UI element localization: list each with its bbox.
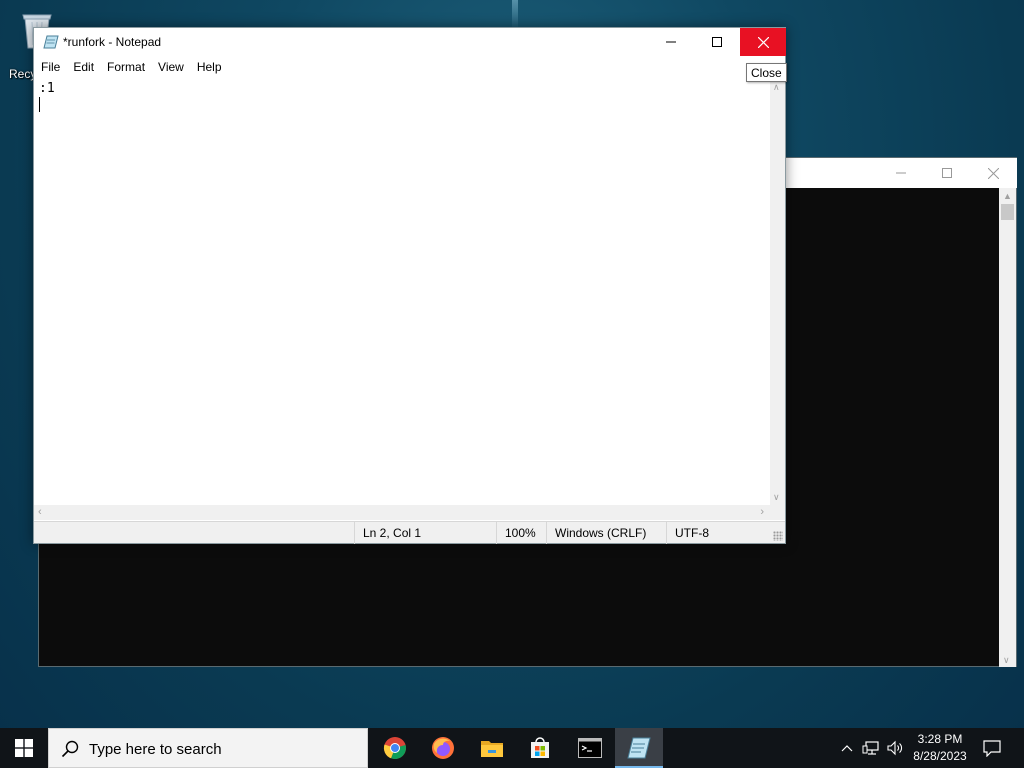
wallpaper-light-streak xyxy=(512,0,518,30)
terminal-titlebar[interactable] xyxy=(786,158,1017,188)
notepad-titlebar[interactable]: *runfork - Notepad xyxy=(34,28,786,56)
status-line-endings: Windows (CRLF) xyxy=(546,522,666,544)
terminal-icon xyxy=(578,738,602,758)
search-icon xyxy=(61,740,79,758)
editor-line-1: :1 xyxy=(39,81,55,96)
vertical-scrollbar[interactable]: ∧ ∨ xyxy=(770,79,785,505)
network-button[interactable] xyxy=(860,728,882,768)
clock-date: 8/28/2023 xyxy=(913,749,967,763)
firefox-icon xyxy=(432,737,454,759)
notepad-app-icon xyxy=(43,35,59,49)
status-cursor-position: Ln 2, Col 1 xyxy=(354,522,496,544)
windows-logo-icon xyxy=(15,739,33,757)
notepad-window[interactable]: *runfork - Notepad File Edit Format View… xyxy=(33,27,786,544)
taskbar-app-firefox[interactable] xyxy=(419,728,467,768)
taskbar-search-box[interactable]: Type here to search xyxy=(48,728,368,768)
scroll-down-arrow-icon[interactable]: ∨ xyxy=(1003,655,1010,665)
minimize-icon xyxy=(666,41,676,43)
menu-view[interactable]: View xyxy=(151,58,190,78)
close-button[interactable] xyxy=(740,28,786,56)
taskbar-app-file-explorer[interactable] xyxy=(468,728,516,768)
terminal-scrollbar[interactable]: ▲ ∨ xyxy=(999,188,1016,667)
scroll-up-arrow-icon[interactable]: ∧ xyxy=(773,82,780,92)
show-hidden-icons-button[interactable] xyxy=(838,728,856,768)
search-placeholder: Type here to search xyxy=(89,741,222,758)
notepad-icon xyxy=(627,737,651,759)
scroll-down-arrow-icon[interactable]: ∨ xyxy=(773,492,780,502)
file-explorer-icon xyxy=(481,741,503,757)
status-zoom: 100% xyxy=(496,522,546,544)
text-editor[interactable]: :1 xyxy=(34,79,770,505)
minimize-button[interactable] xyxy=(648,28,694,56)
scrollbar-corner xyxy=(770,505,785,520)
close-icon xyxy=(757,36,769,48)
menu-format[interactable]: Format xyxy=(100,58,151,78)
volume-icon xyxy=(887,740,902,756)
maximize-icon xyxy=(712,37,722,47)
menu-bar: File Edit Format View Help xyxy=(34,58,228,78)
maximize-icon xyxy=(942,168,952,178)
scroll-right-arrow-icon[interactable]: › xyxy=(760,507,764,518)
volume-button[interactable] xyxy=(884,728,906,768)
status-bar: Ln 2, Col 1 100% Windows (CRLF) UTF-8 xyxy=(34,521,785,544)
scroll-up-arrow-icon[interactable]: ▲ xyxy=(1003,191,1012,201)
close-tooltip: Close xyxy=(746,63,787,82)
network-icon xyxy=(862,741,879,755)
text-caret xyxy=(39,97,40,112)
resize-grip-icon[interactable] xyxy=(773,531,783,541)
taskbar: Type here to search 3:28 PM 8/28/2023 xyxy=(0,728,1024,768)
terminal-scroll-thumb[interactable] xyxy=(1001,204,1014,220)
start-button[interactable] xyxy=(0,728,48,768)
horizontal-scrollbar[interactable]: ‹ › xyxy=(34,505,770,520)
terminal-close-button[interactable] xyxy=(970,158,1016,188)
editor-line-2 xyxy=(39,97,770,113)
taskbar-app-notepad[interactable] xyxy=(615,728,663,768)
status-encoding: UTF-8 xyxy=(666,522,785,544)
action-center-button[interactable] xyxy=(978,728,1006,768)
menu-edit[interactable]: Edit xyxy=(66,58,100,78)
minimize-icon xyxy=(896,172,906,174)
taskbar-app-chrome[interactable] xyxy=(371,728,419,768)
taskbar-clock[interactable]: 3:28 PM 8/28/2023 xyxy=(906,731,974,765)
clock-time: 3:28 PM xyxy=(917,732,963,746)
taskbar-app-store[interactable] xyxy=(516,728,564,768)
close-icon xyxy=(987,167,999,179)
scroll-left-arrow-icon[interactable]: ‹ xyxy=(38,507,42,518)
menu-help[interactable]: Help xyxy=(190,58,228,78)
terminal-maximize-button[interactable] xyxy=(924,158,970,188)
maximize-button[interactable] xyxy=(694,28,740,56)
terminal-minimize-button[interactable] xyxy=(878,158,924,188)
window-title: *runfork - Notepad xyxy=(63,35,162,49)
store-icon xyxy=(531,737,549,758)
chevron-up-icon xyxy=(841,745,853,752)
menu-file[interactable]: File xyxy=(34,58,66,78)
chrome-icon xyxy=(383,737,406,760)
taskbar-app-command-prompt[interactable] xyxy=(566,728,614,768)
notification-icon xyxy=(983,739,1001,757)
